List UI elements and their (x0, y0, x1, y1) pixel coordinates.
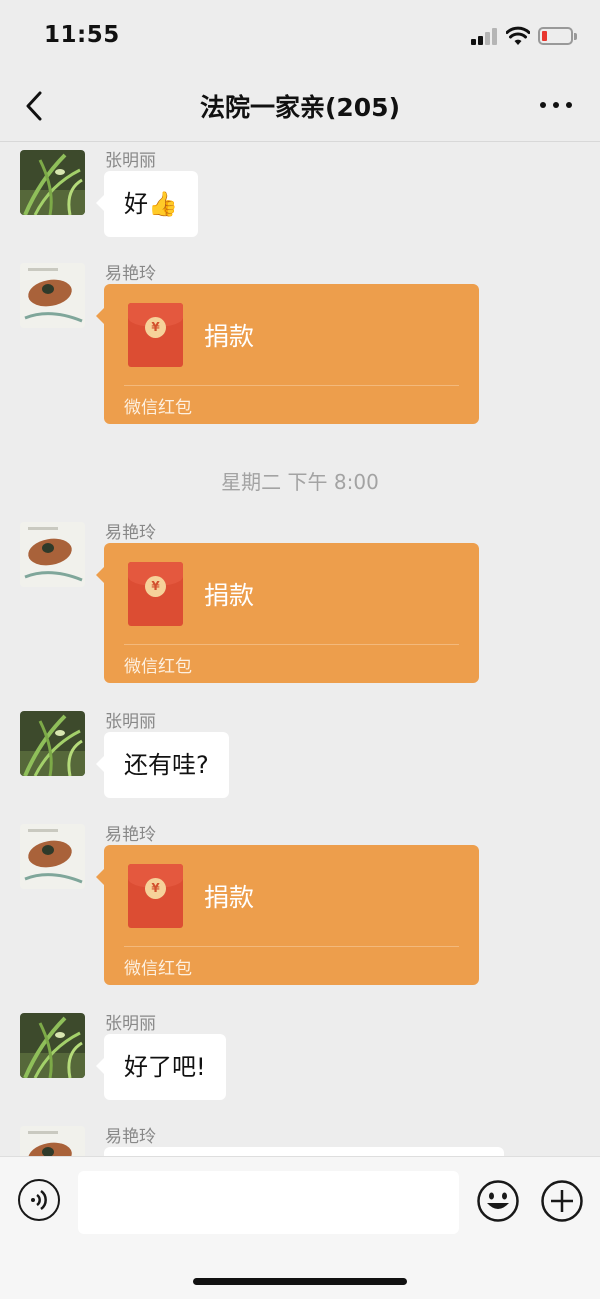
message-row: 张明丽 好👍 (0, 143, 600, 243)
cellular-signal-icon (471, 28, 497, 45)
message-text: 好了吧! (124, 1053, 206, 1081)
status-time: 11:55 (44, 22, 120, 48)
chat-title: 法院一家亲(205) (199, 93, 401, 122)
red-packet-title: 捐款 (204, 883, 255, 912)
leaf-plate-avatar[interactable] (20, 824, 85, 889)
red-envelope-icon: ¥ (128, 303, 183, 367)
leaf-plate-avatar[interactable] (20, 522, 85, 587)
thumbs-up-icon: 👍 (148, 190, 178, 218)
red-envelope-icon: ¥ (128, 562, 183, 626)
chat-area[interactable]: 张明丽 好👍 易艳玲 ¥ 捐款 微信红包 星期二 下午 8:00 易艳玲 ¥ 捐… (0, 143, 600, 1156)
message-row: 易艳玲 ¥ 捐款 微信红包 (0, 817, 600, 987)
message-text: 好 (124, 190, 148, 218)
message-row: 易艳玲 ¥ 捐款 微信红包 (0, 515, 600, 685)
red-envelope-icon: ¥ (128, 864, 183, 928)
text-bubble[interactable]: 好👍 (96, 171, 198, 237)
message-text: 还有哇? (124, 751, 209, 779)
message-row: 张明丽 好了吧! (0, 1006, 600, 1106)
orchid-avatar[interactable] (20, 150, 85, 215)
orchid-avatar[interactable] (20, 1013, 85, 1078)
red-packet-label: 微信红包 (124, 959, 192, 979)
orchid-avatar[interactable] (20, 711, 85, 776)
leaf-plate-avatar[interactable] (20, 263, 85, 328)
sender-name: 张明丽 (105, 151, 156, 171)
sender-name: 张明丽 (105, 712, 156, 732)
partial-message-bubble[interactable] (104, 1147, 504, 1156)
message-input[interactable] (78, 1171, 459, 1234)
message-row: 张明丽 还有哇? (0, 704, 600, 804)
wifi-icon (506, 26, 530, 45)
red-packet-divider (124, 385, 459, 386)
battery-low-icon (538, 27, 577, 45)
nav-bar: 法院一家亲(205) (0, 70, 600, 142)
chat-timestamp: 星期二 下午 8:00 (221, 470, 379, 494)
sender-name: 易艳玲 (105, 825, 156, 845)
red-packet-card[interactable]: ¥ 捐款 微信红包 (96, 284, 479, 424)
red-packet-title: 捐款 (204, 322, 255, 351)
home-indicator[interactable] (193, 1278, 407, 1285)
red-packet-title: 捐款 (204, 581, 255, 610)
red-packet-label: 微信红包 (124, 657, 192, 677)
more-dots-icon[interactable] (540, 98, 572, 112)
red-packet-divider (124, 644, 459, 645)
red-packet-divider (124, 946, 459, 947)
red-packet-card[interactable]: ¥ 捐款 微信红包 (96, 543, 479, 683)
sender-name: 易艳玲 (105, 523, 156, 543)
text-bubble[interactable]: 好了吧! (96, 1034, 226, 1100)
red-packet-card[interactable]: ¥ 捐款 微信红包 (96, 845, 479, 985)
text-bubble[interactable]: 还有哇? (96, 732, 229, 798)
sender-name: 张明丽 (105, 1014, 156, 1034)
message-row: 易艳玲 ¥ 捐款 微信红包 (0, 256, 600, 426)
status-bar: 11:55 (0, 0, 600, 70)
red-packet-label: 微信红包 (124, 398, 192, 418)
input-bar (0, 1156, 600, 1299)
sender-name: 易艳玲 (105, 264, 156, 284)
sender-name: 易艳玲 (105, 1127, 156, 1147)
plus-circle-icon[interactable] (540, 1179, 584, 1223)
message-row: 易艳玲 (0, 1119, 600, 1156)
emoji-icon[interactable] (476, 1179, 520, 1223)
voice-icon[interactable] (18, 1179, 60, 1221)
leaf-plate-avatar[interactable] (20, 1126, 85, 1156)
